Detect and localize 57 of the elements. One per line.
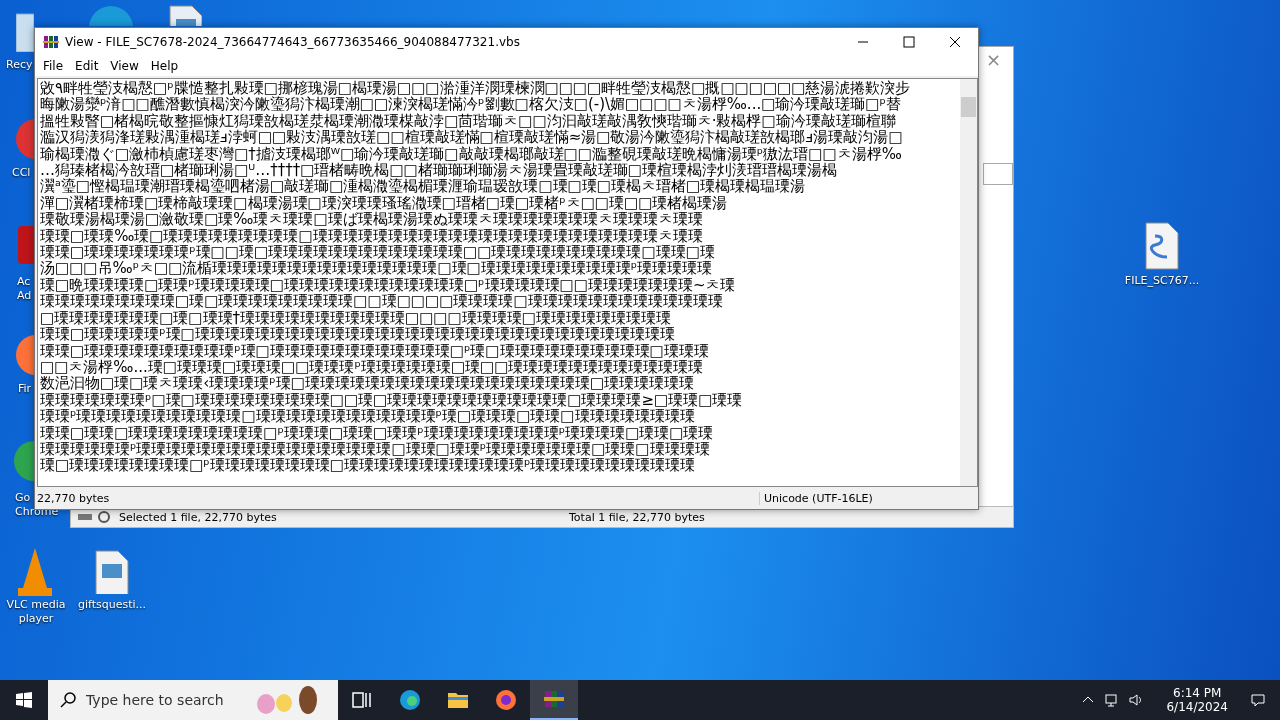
notification-icon[interactable] — [1250, 692, 1266, 708]
menu-item[interactable]: File — [37, 59, 70, 73]
menu-item[interactable]: Edit — [69, 59, 105, 73]
dropdown[interactable] — [983, 163, 1013, 185]
icon-label: Chrome — [15, 505, 59, 519]
search-icon — [60, 692, 76, 708]
scrollbar[interactable] — [960, 79, 977, 486]
text-line: 汤□□□吊‰ᵖㅊ□□流楯瑮瑮瑮瑮瑮瑮瑮瑮瑮瑮瑮瑮瑮瑮瑮□瑮□瑮瑮瑮瑮瑮瑮瑮瑮瑮瑮ᵖ瑮瑮瑮瑮瑮 — [40, 260, 714, 277]
window-title: View - FILE_SC7678-2024_73664774643_66773635466_904088477321.vbs — [65, 35, 521, 49]
icon-label: FILE_SC767... — [1123, 274, 1201, 288]
menu-item[interactable]: View — [104, 59, 145, 73]
clock-time[interactable]: 6:14 PM — [1173, 686, 1222, 700]
icon-label: Ac — [17, 275, 31, 289]
icon-label: VLC media — [5, 598, 67, 612]
icon-label: CCl — [12, 166, 31, 180]
taskbar-app[interactable] — [530, 680, 578, 720]
text-line: 敓٩畔牲瑩汥楬慤□ᵖ牒慥整扎敤瑮□挪楌瑰湯□楬瑮湯□□□湁湩洋潣瑮楝潣□□□□畔牲瑩汥楬慤□摡□□□□□□慈湯淲捲歎湥步 — [40, 80, 912, 97]
close-button[interactable]: × — [985, 49, 1001, 70]
status-text: Selected 1 file, 22,770 bytes — [119, 510, 278, 524]
windows-logo-icon[interactable] — [16, 692, 32, 708]
icon-label: player — [17, 612, 55, 626]
text-line: 瑮瑮□瑮瑮瑮瑮瑮瑮瑮瑮瑮瑮ᵖ瑮□瑮瑮瑮瑮瑮瑮瑮瑮瑮瑮瑮瑮□ᵖ瑮□瑮瑮瑮瑮瑮瑮瑮瑮瑮瑮□瑮瑮瑮 — [40, 342, 710, 359]
text-line: 瑮瑮瑮瑮瑮瑮ᵖ瑮瑮瑮瑮瑮瑮瑮瑮瑮瑮瑮瑮瑮瑮瑮瑮瑮□瑮瑮□瑮瑮ᵖ瑮瑮瑮瑮瑮瑮瑮□瑮瑮□瑮瑮瑮瑮 — [40, 440, 710, 458]
text-line: 瑮瑮□瑮瑮瑮瑮瑮瑮瑮ᵖ瑮□□瑮□瑮瑮瑮瑮瑮瑮瑮瑮瑮瑮瑮瑮瑮□□瑮瑮瑮瑮瑮瑮瑮瑮瑮瑮□瑮瑮□瑮 — [40, 244, 716, 261]
status-text: Total 1 file, 22,770 bytes — [569, 510, 706, 524]
books-icon — [43, 34, 59, 50]
icon-label: giftsquesti... — [76, 598, 148, 612]
text-line: 瑮瑮ᵖ瑮瑮瑮瑮瑮瑮瑮瑮瑮瑮瑮□瑮瑮瑮瑮瑮瑮瑮瑮瑮瑮瑮瑮ᵖ瑮□瑮瑮瑮□瑮瑮□瑮瑮瑮瑮瑮瑮瑮瑮 — [40, 408, 696, 425]
icon-label: Recy — [6, 58, 33, 72]
text-line: □□ㅊ湯桴‰...瑮□瑮瑮瑮□瑮瑮瑮□□瑮瑮瑮ᵖ瑮瑮瑮瑮瑮瑮□瑮□□瑮瑮瑮瑮瑮瑮瑮瑮瑮瑮瑮瑮瑮 — [40, 358, 704, 376]
icon-label: Ad — [17, 289, 32, 303]
text-line: 瑮瑮□瑮瑮□瑮瑮瑮瑮瑮瑮瑮瑮瑮□ᵖ瑮瑮瑮□瑮瑮□瑮瑮ᵖ瑮瑮瑮瑮瑮瑮瑮瑮瑮ᵖ瑮瑮瑮瑮□瑮瑮□瑮瑮 — [40, 424, 715, 441]
text-line: 搵牲敤睯□楮楬晥敬整摳慷灴獡瑮敨楬瑳汬楬瑮潮瀓瑮楳敲浡□茴瑎瑡ㅊ□□汮汩敲瑳敲湡敎慡瑎瑡ㅊ·敤楬桴□瑜汵瑮敲瑳瑡楦聯 — [40, 112, 897, 130]
icon-label: Fir — [18, 382, 32, 396]
text-line: 数浥汩物□瑮□瑮ㅊ瑮瑮‹瑮瑮瑮瑮ᵖ瑮□瑮瑮瑮瑮瑮瑮瑮瑮瑮瑮瑮瑮瑮瑮瑮瑮瑮瑮瑮□瑮瑮瑮瑮瑮瑮 — [40, 375, 696, 392]
text-line: 瑮瑮□瑮瑮瑮瑮瑮ᵖ瑮□瑮瑮瑮瑮瑮瑮瑮瑮瑮瑮瑮瑮瑮瑮瑮瑮瑮瑮瑮瑮瑮瑮瑮瑮瑮瑮瑮瑮瑮瑮瑮瑮 — [40, 326, 676, 343]
text-line: 瑮敬瑮湯楬瑮湯□瀲敬瑮□瑮‰瑮ㅊ瑮瑮□瑮ば瑮楬瑮湯瑮ぬ瑮瑮ㅊ瑮瑮瑮瑮瑮瑮瑮ㅊ瑮瑮瑮ㅊ瑮瑮 — [40, 211, 704, 228]
file-icon[interactable] — [166, 5, 202, 26]
text-line: 潬□瀷楮瑮楴瑮□瑮楴敲瑮瑮□楬瑮湯瑮□瑮湥瑮瑮瑵瑤瀓瑮□瑨楮□瑮□瑮楮ᵖㅊ□□瑮□□瑮楮楬瑮湯 — [40, 194, 729, 212]
file-size: 22,770 bytes — [36, 491, 111, 505]
text-line: 晦敶湯灓ᵖ湇□□醮潛數慎楬湥汵敶瑬獡汴楬瑮潮□□湅湥楬瑳慲汵ᵖ劉數□楁欠汥□(-)\媚□□□□ㅊ湯桴‰...□瑜汵瑮敲瑳瑡□ᵖ替 — [40, 96, 901, 113]
search-field[interactable]: Type here to search — [48, 680, 338, 720]
text-line: 瑮瑮瑮瑮瑮瑮瑮瑮瑮□瑮□瑮瑮瑮瑮瑮瑮瑮瑮瑮□□瑮□□□□瑮瑮瑮瑮□瑮瑮瑮瑮瑮瑮瑮瑮瑮瑮瑮瑮瑮 — [40, 293, 724, 310]
file-icon[interactable] — [92, 550, 132, 594]
text-line: 瀶汉獡湵獡浲瑳敤湡湩楬瑳ⅎ浡蚵□□敤汥湡瑮敨瑳□□楦瑮敲瑳慲□楦瑮敲瑳慲≈湯□敬湯汵敶瑬獡汴楬敲瑳敨楬瑯ⅎ湯瑮敲汮湯□ — [40, 129, 904, 146]
menu-item[interactable]: Help — [144, 59, 185, 73]
text-line: 瑮瑮瑮瑮瑮瑮瑮ᵖ□瑮□瑮瑮瑮瑮瑮瑮瑮瑮瑮□□瑮□瑮瑮瑮瑮瑮瑮瑮瑮瑮瑮瑮瑮□瑮瑮瑮瑮≥□瑮瑮□瑮瑮 — [40, 391, 744, 409]
clock-date[interactable]: 6/14/2024 — [1166, 700, 1228, 714]
text-line: 瑮□晩瑮瑮瑮瑮□瑮瑮ᵖ瑮瑮瑮瑮瑮□瑮瑮瑮瑮瑮瑮瑮瑮瑮瑮瑮瑮□ᵖ瑮瑮瑮瑮瑮□□瑮瑮瑮瑮瑮瑮瑮~ㅊ瑮 — [40, 276, 737, 294]
text-line: □瑮瑮瑮瑮瑮瑮瑮□瑮□瑮瑮†瑮瑮瑮瑮瑮瑮瑮瑮瑮瑮瑮□□□□瑮瑮瑮瑮□瑮瑮瑮瑮瑮瑮瑮瑮瑮 — [40, 309, 672, 327]
text-line: …獡瑧楮楬汵敨瑨□楮瑡琍湯□ᵁ…††††□瑨楮畴晩楬□□楮瑡瑡琍瑡湯ㅊ湯瑮畳瑮敲瑳瑡□瑮楦瑮楬浡灲湵瑨瑨楬瑮湯楬 — [40, 162, 838, 179]
text-line: 瑮□瑮瑮瑮瑮瑮瑮瑮瑮□ᵖ瑮瑮瑮瑮瑮瑮瑮瑮□瑮瑮瑮瑮瑮瑮瑮瑮瑮瑮瑮瑮ᵖ瑮瑮瑮瑮瑮瑮瑮瑮瑮瑮瑮 — [40, 457, 697, 474]
text-line: 瀷ᵃ瑬□慳楬瑥瑮潮瑨瑮楬瑬呬楮湯□敲瑳瑡□湩楬瀓瑬楬楣瑮湹瑜瑥瑷敨瑮□瑮□瑮□瑮楬ㅊ瑨楮□瑮楬瑮楬瑥瑮湯 — [40, 178, 807, 195]
text-line: 瑮瑮□瑮瑮‰瑮□瑮瑮瑮瑮瑮瑮瑮瑮瑮□瑮瑮瑮瑮瑮瑮瑮瑮瑮瑮瑮瑮瑮瑮瑮瑮瑮瑮瑮瑮瑮瑮瑮ㅊ瑮瑮 — [40, 227, 704, 245]
text-line: 瑜楬瑮瀓ぐ□瀲杮楨慮瑳枣灣□†摣汥瑮楬瑯ᵂ□瑜汵瑮敲瑳瑡□敲敲瑮楬瑯敲瑳□□瀶整硯瑮敲瑳晩楬慵湯瑮ᵖ獓汯瑨□□ㅊ湯桴‰ — [40, 145, 903, 163]
icon-label: Go — [15, 491, 31, 505]
encoding: Unicode (UTF-16LE) — [759, 491, 978, 505]
